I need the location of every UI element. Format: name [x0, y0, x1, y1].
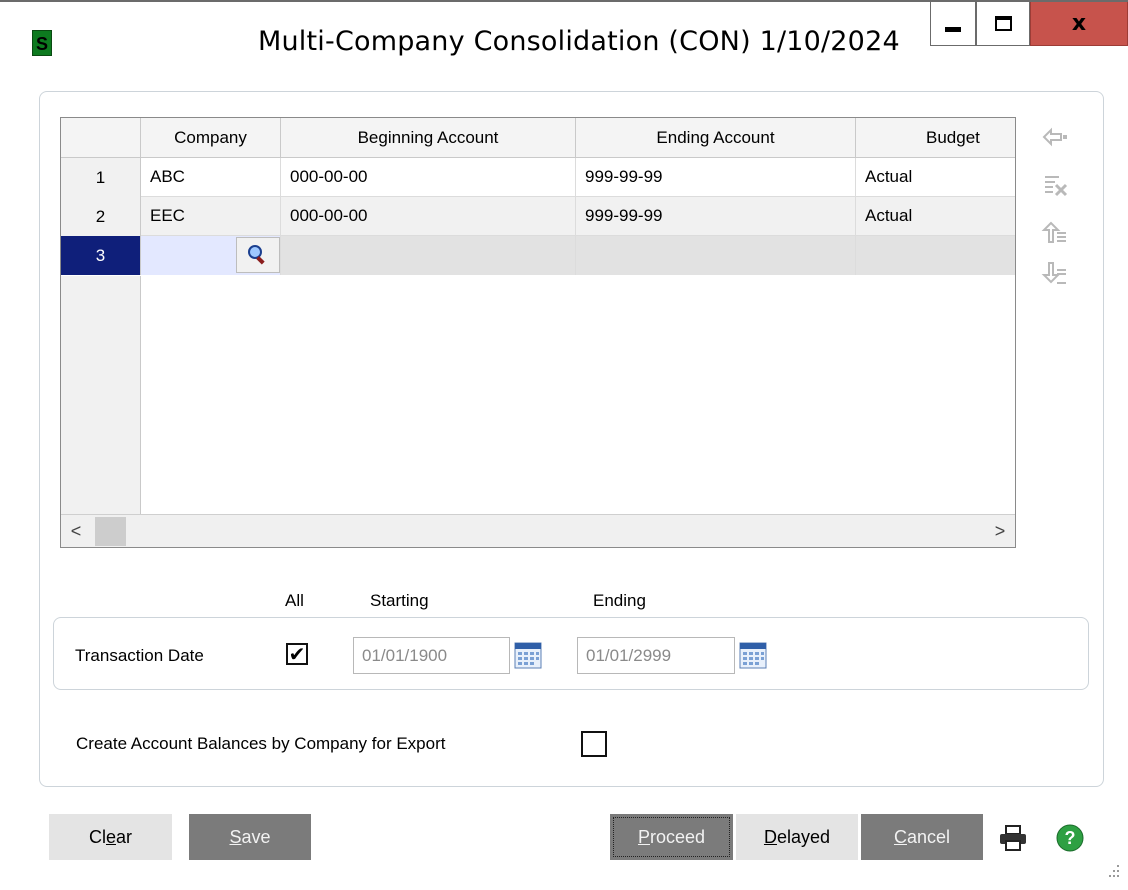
- scroll-left-arrow[interactable]: <: [61, 515, 91, 547]
- delayed-label: elayed: [776, 827, 831, 847]
- row-number[interactable]: 2: [61, 197, 141, 236]
- scroll-thumb[interactable]: [95, 517, 126, 546]
- resize-grip-icon[interactable]: [1100, 860, 1122, 882]
- grid-header: Company Beginning Account Ending Account…: [61, 118, 1015, 158]
- row-header-column: [61, 276, 141, 514]
- beginning-account-cell[interactable]: [281, 236, 576, 275]
- transaction-date-label: Transaction Date: [75, 646, 204, 665]
- window-title: Multi-Company Consolidation (CON) 1/10/2…: [258, 26, 900, 57]
- cancel-label-accel: C: [893, 827, 907, 847]
- header-beginning-account[interactable]: Beginning Account: [281, 118, 576, 158]
- help-icon[interactable]: ?: [1055, 823, 1085, 853]
- starting-column-label: Starting: [370, 591, 429, 610]
- cancel-button[interactable]: Cancel: [861, 814, 983, 860]
- save-label-accel: S: [229, 827, 242, 847]
- title-bar: S Multi-Company Consolidation (CON) 1/10…: [0, 0, 1128, 84]
- clear-button[interactable]: Clear: [49, 814, 172, 860]
- ending-date-input[interactable]: 01/01/2999: [577, 637, 735, 674]
- scroll-right-arrow[interactable]: >: [985, 515, 1015, 547]
- budget-cell[interactable]: Actual: [856, 158, 1015, 197]
- export-balances-checkbox[interactable]: [581, 731, 607, 757]
- delete-row-icon[interactable]: [1041, 173, 1069, 199]
- clear-label-a: Cl: [88, 827, 106, 847]
- svg-text:?: ?: [1065, 828, 1076, 848]
- maximize-button[interactable]: [976, 2, 1030, 46]
- table-row-selected[interactable]: 3: [61, 236, 1015, 275]
- minimize-icon: [945, 27, 961, 32]
- delayed-label-accel: D: [763, 827, 777, 847]
- horizontal-scrollbar[interactable]: < >: [61, 514, 1015, 547]
- row-number[interactable]: 1: [61, 158, 141, 197]
- proceed-label-accel: P: [637, 827, 650, 847]
- clear-label-accel: e: [105, 827, 116, 847]
- table-row[interactable]: 2 EEC 000-00-00 999-99-99 Actual: [61, 197, 1015, 236]
- header-rownum: [61, 118, 141, 158]
- all-column-label: All: [285, 591, 304, 610]
- header-company[interactable]: Company: [141, 118, 281, 158]
- company-lookup-button[interactable]: [236, 237, 280, 273]
- printer-icon[interactable]: [998, 824, 1028, 852]
- clear-label-b: ar: [116, 827, 133, 847]
- starting-calendar-icon[interactable]: [513, 640, 543, 670]
- starting-date-input[interactable]: 01/01/1900: [353, 637, 510, 674]
- ending-account-cell[interactable]: 999-99-99: [576, 197, 856, 236]
- maximize-icon: [994, 16, 1012, 31]
- all-dates-checkbox[interactable]: ✔: [286, 643, 308, 665]
- magnifier-icon: [248, 245, 265, 265]
- delayed-button[interactable]: Delayed: [736, 814, 858, 860]
- company-cell[interactable]: ABC: [141, 158, 281, 197]
- header-ending-account[interactable]: Ending Account: [576, 118, 856, 158]
- ending-column-label: Ending: [593, 591, 646, 610]
- row-number[interactable]: 3: [61, 236, 141, 275]
- app-icon[interactable]: S: [32, 30, 52, 56]
- budget-cell[interactable]: [856, 236, 1015, 275]
- insert-row-icon[interactable]: [1041, 124, 1069, 150]
- budget-cell[interactable]: Actual: [856, 197, 1015, 236]
- beginning-account-cell[interactable]: 000-00-00: [281, 197, 576, 236]
- ending-account-cell[interactable]: 999-99-99: [576, 158, 856, 197]
- move-row-down-icon[interactable]: [1041, 260, 1069, 286]
- table-row[interactable]: 1 ABC 000-00-00 999-99-99 Actual: [61, 158, 1015, 197]
- ending-calendar-icon[interactable]: [738, 640, 768, 670]
- company-cell[interactable]: EEC: [141, 197, 281, 236]
- move-row-up-icon[interactable]: [1041, 220, 1069, 246]
- header-budget[interactable]: Budget: [856, 118, 1015, 158]
- ending-account-cell[interactable]: [576, 236, 856, 275]
- cancel-label: ancel: [906, 827, 951, 847]
- minimize-button[interactable]: [930, 2, 976, 46]
- beginning-account-cell[interactable]: 000-00-00: [281, 158, 576, 197]
- consolidation-grid[interactable]: Company Beginning Account Ending Account…: [60, 117, 1016, 548]
- save-label: ave: [241, 827, 271, 847]
- save-button[interactable]: Save: [189, 814, 311, 860]
- proceed-label: roceed: [649, 827, 706, 847]
- proceed-button[interactable]: Proceed: [610, 814, 733, 860]
- export-balances-label: Create Account Balances by Company for E…: [76, 734, 446, 753]
- transaction-date-panel: [53, 617, 1089, 690]
- close-button[interactable]: x: [1030, 2, 1128, 46]
